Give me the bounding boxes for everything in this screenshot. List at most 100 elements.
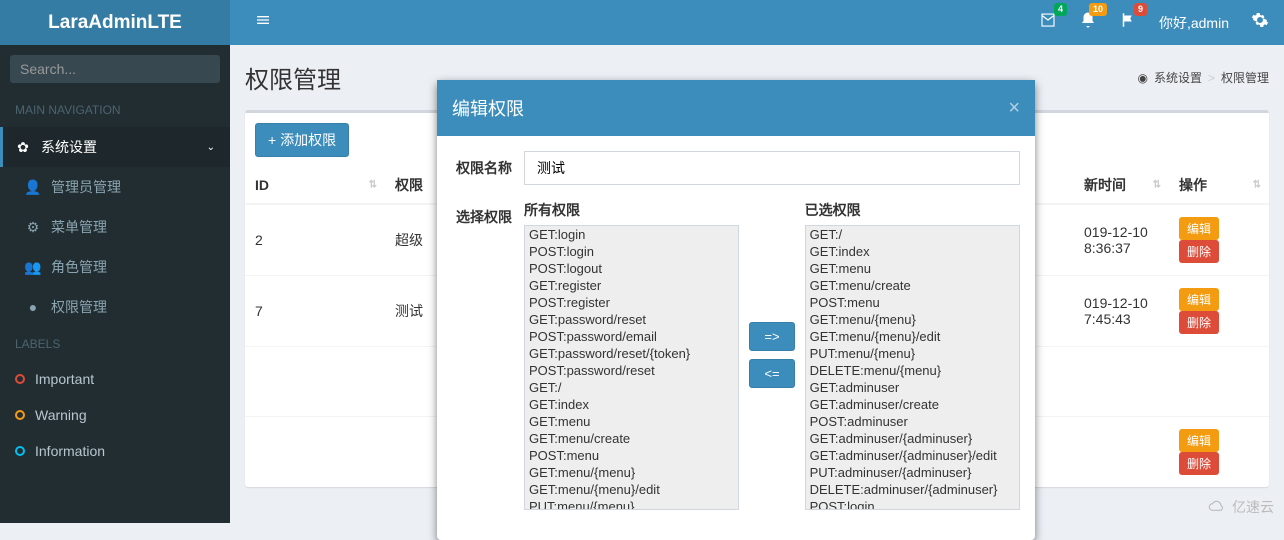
bars-icon (255, 12, 271, 28)
list-item[interactable]: GET:register (525, 277, 738, 294)
plus-icon: + (268, 132, 276, 148)
sidebar-item-label: 角色管理 (51, 257, 107, 277)
list-item[interactable]: GET:adminuser/{adminuser} (806, 430, 1019, 447)
list-item[interactable]: PUT:menu/{menu} (806, 345, 1019, 362)
move-right-button[interactable]: => (749, 322, 794, 351)
col-action[interactable]: 操作⇅ (1169, 167, 1269, 204)
list-item[interactable]: GET:index (525, 396, 738, 413)
list-item[interactable]: GET:/ (525, 379, 738, 396)
edit-button[interactable]: 编辑 (1179, 217, 1219, 240)
labels-header: LABELS (0, 327, 230, 361)
sidebar-item-menu[interactable]: ⚙ 菜单管理 (0, 207, 230, 247)
flag-badge: 9 (1134, 3, 1147, 16)
list-item[interactable]: GET:index (806, 243, 1019, 260)
list-item[interactable]: GET:menu/create (525, 430, 738, 447)
list-item[interactable]: POST:login (806, 498, 1019, 510)
list-item[interactable]: DELETE:menu/{menu} (806, 362, 1019, 379)
list-item[interactable]: GET:menu/{menu}/edit (806, 328, 1019, 345)
list-item[interactable]: GET:adminuser (806, 379, 1019, 396)
cell-action: 编辑删除 (1169, 276, 1269, 347)
list-item[interactable]: GET:menu/{menu}/edit (525, 481, 738, 498)
label-important[interactable]: Important (0, 361, 230, 397)
bell-icon[interactable]: 10 (1079, 11, 1097, 34)
dot-red-icon (15, 374, 25, 384)
delete-button[interactable]: 删除 (1179, 452, 1219, 475)
list-item[interactable]: POST:menu (525, 447, 738, 464)
select-label: 选择权限 (452, 200, 512, 227)
sidebar-item-label: 管理员管理 (51, 177, 121, 197)
list-item[interactable]: GET:menu/create (806, 277, 1019, 294)
cell-time: 019-12-108:36:37 (1074, 204, 1169, 276)
sidebar-toggle[interactable] (245, 12, 281, 33)
page-title: 权限管理 (245, 60, 341, 95)
sort-icon: ⇅ (1153, 182, 1161, 189)
add-permission-button[interactable]: + 添加权限 (255, 123, 349, 157)
watermark: 亿速云 (1206, 497, 1274, 517)
cell-id: 7 (245, 276, 385, 347)
sidebar-item-permission[interactable]: ● 权限管理 (0, 287, 230, 327)
list-item[interactable]: POST:adminuser (806, 413, 1019, 430)
flag-icon[interactable]: 9 (1119, 11, 1137, 34)
sidebar-item-label: 系统设置 (41, 137, 97, 157)
dashboard-icon: ◉ (1137, 71, 1147, 85)
list-item[interactable]: PUT:menu/{menu} (525, 498, 738, 510)
breadcrumb-current: 权限管理 (1221, 69, 1269, 86)
list-item[interactable]: GET:menu/{menu} (806, 311, 1019, 328)
list-item[interactable]: POST:menu (806, 294, 1019, 311)
list-item[interactable]: GET:adminuser/{adminuser}/edit (806, 447, 1019, 464)
list-item[interactable]: PUT:adminuser/{adminuser} (806, 464, 1019, 481)
search-input[interactable] (10, 55, 211, 83)
selected-permissions-list[interactable]: GET:/GET:indexGET:menuGET:menu/createPOS… (805, 225, 1020, 510)
cloud-icon (1206, 499, 1228, 515)
dual-list: 所有权限 GET:loginPOST:loginPOST:logoutGET:r… (524, 200, 1020, 510)
sidebar-menu: ✿ 系统设置 ⌄ 👤 管理员管理 ⚙ 菜单管理 👥 角色管理 ● 权限管理 (0, 127, 230, 327)
edit-button[interactable]: 编辑 (1179, 429, 1219, 452)
col-id[interactable]: ID⇅ (245, 167, 385, 204)
edit-button[interactable]: 编辑 (1179, 288, 1219, 311)
sidebar-item-admin[interactable]: 👤 管理员管理 (0, 167, 230, 207)
search-button[interactable] (211, 55, 220, 83)
all-permissions-col: 所有权限 GET:loginPOST:loginPOST:logoutGET:r… (524, 200, 739, 510)
sidebar-search (0, 45, 230, 93)
form-row-name: 权限名称 (452, 151, 1020, 185)
list-item[interactable]: POST:logout (525, 260, 738, 277)
nav-header: MAIN NAVIGATION (0, 93, 230, 127)
labels-menu: Important Warning Information (0, 361, 230, 469)
breadcrumb-home[interactable]: 系统设置 (1154, 69, 1202, 86)
mail-icon[interactable]: 4 (1039, 11, 1057, 34)
delete-button[interactable]: 删除 (1179, 240, 1219, 263)
list-item[interactable]: GET:login (525, 226, 738, 243)
label-warning[interactable]: Warning (0, 397, 230, 433)
list-item[interactable]: GET:password/reset/{token} (525, 345, 738, 362)
sort-icon: ⇅ (369, 182, 377, 189)
list-item[interactable]: POST:password/email (525, 328, 738, 345)
close-icon[interactable]: × (1008, 97, 1020, 120)
settings-icon[interactable] (1251, 11, 1269, 34)
delete-button[interactable]: 删除 (1179, 311, 1219, 334)
logo[interactable]: LaraAdminLTE (0, 0, 230, 45)
all-permissions-list[interactable]: GET:loginPOST:loginPOST:logoutGET:regist… (524, 225, 739, 510)
list-item[interactable]: GET:menu (525, 413, 738, 430)
list-item[interactable]: DELETE:adminuser/{adminuser} (806, 481, 1019, 498)
sidebar: MAIN NAVIGATION ✿ 系统设置 ⌄ 👤 管理员管理 ⚙ 菜单管理 … (0, 45, 230, 523)
breadcrumb-separator: > (1208, 71, 1215, 85)
breadcrumb: ◉ 系统设置 > 权限管理 (1137, 69, 1269, 86)
sidebar-item-role[interactable]: 👥 角色管理 (0, 247, 230, 287)
edit-permission-modal: 编辑权限 × 权限名称 选择权限 所有权限 GET:loginPOST:logi… (437, 80, 1035, 540)
list-item[interactable]: GET:menu/{menu} (525, 464, 738, 481)
list-item[interactable]: GET:password/reset (525, 311, 738, 328)
modal-body: 权限名称 选择权限 所有权限 GET:loginPOST:loginPOST:l… (437, 136, 1035, 540)
list-item[interactable]: POST:password/reset (525, 362, 738, 379)
label-information[interactable]: Information (0, 433, 230, 469)
sidebar-item-system[interactable]: ✿ 系统设置 ⌄ (0, 127, 230, 167)
user-greeting[interactable]: 你好,admin (1159, 13, 1229, 33)
list-item[interactable]: POST:login (525, 243, 738, 260)
move-left-button[interactable]: <= (749, 359, 794, 388)
list-item[interactable]: GET:/ (806, 226, 1019, 243)
list-item[interactable]: POST:register (525, 294, 738, 311)
list-item[interactable]: GET:menu (806, 260, 1019, 277)
all-title: 所有权限 (524, 200, 739, 220)
permission-name-input[interactable] (524, 151, 1020, 185)
list-item[interactable]: GET:adminuser/create (806, 396, 1019, 413)
col-time[interactable]: 新时间⇅ (1074, 167, 1169, 204)
